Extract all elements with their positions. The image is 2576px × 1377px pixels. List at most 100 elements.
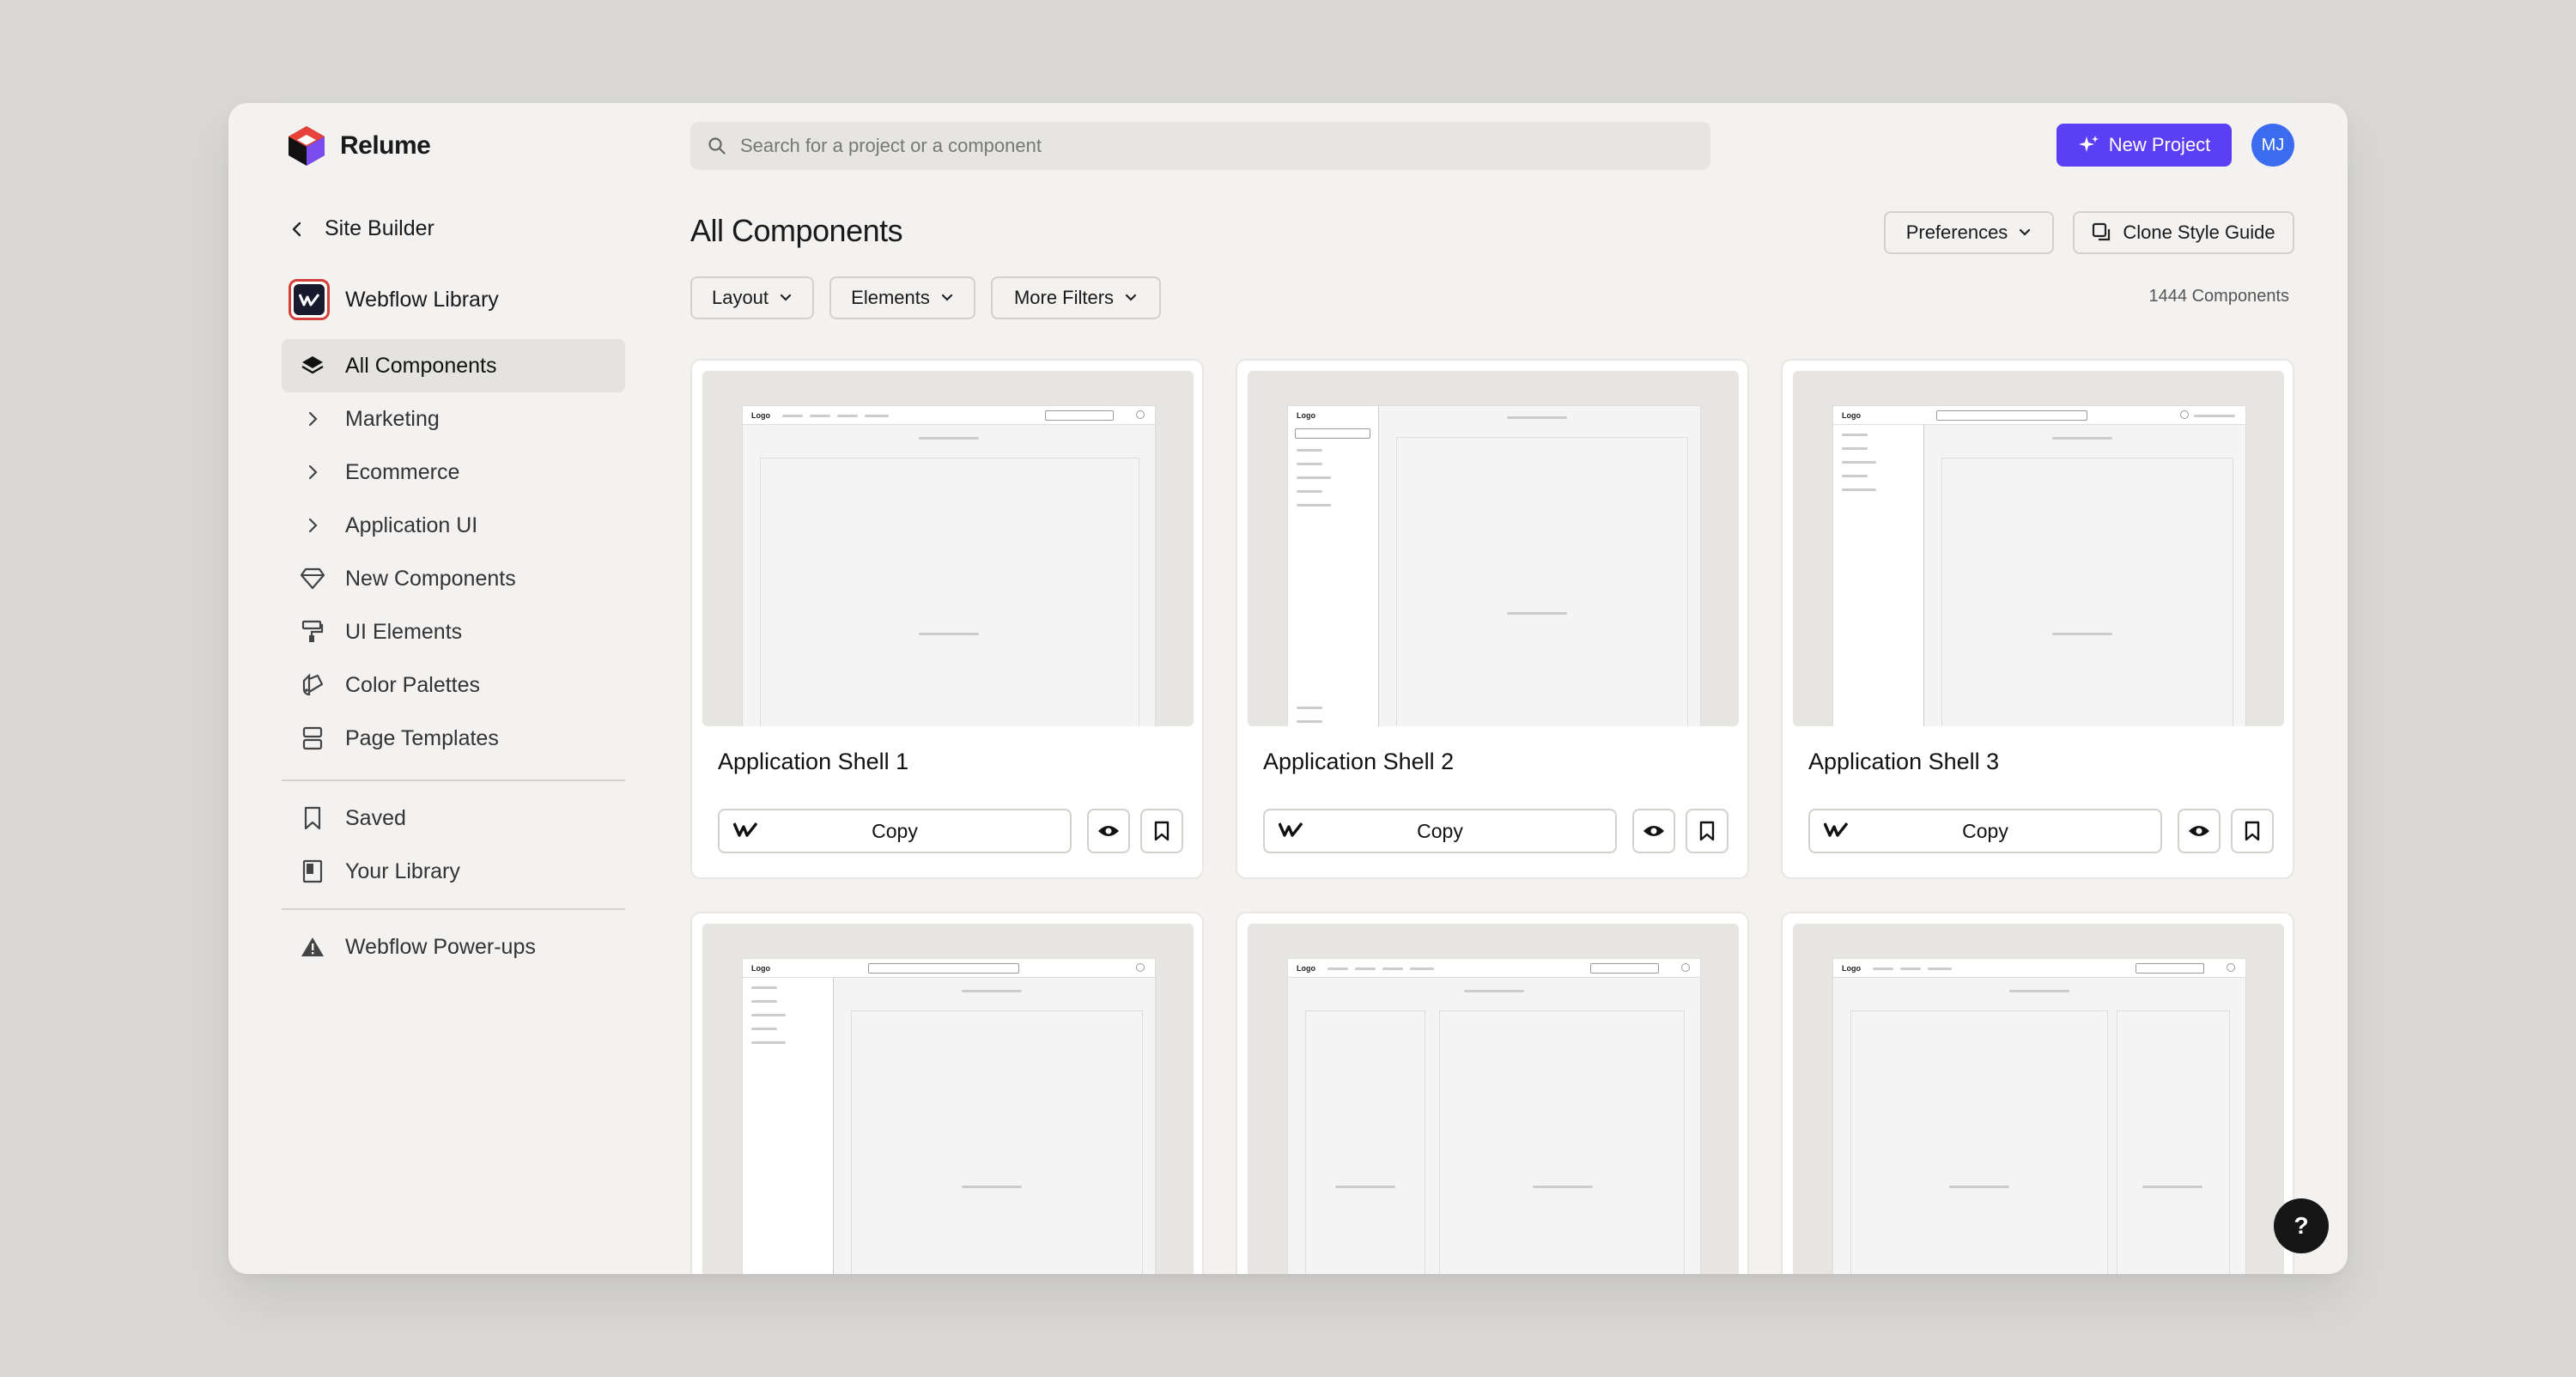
sidebar-item-label: Ecommerce <box>345 459 460 484</box>
copy-button[interactable]: Copy <box>1263 809 1617 853</box>
sidebar-item-webflow-power-ups[interactable]: Webflow Power-ups <box>282 920 625 974</box>
copy-label: Copy <box>1417 819 1463 842</box>
copy-icon <box>2093 222 2111 241</box>
bookmark-icon <box>2245 821 2260 841</box>
component-preview[interactable]: Logo <box>1248 371 1739 726</box>
clone-style-guide-button[interactable]: Clone Style Guide <box>2073 211 2294 254</box>
elements-filter[interactable]: Elements <box>829 276 975 319</box>
relume-cube-icon <box>289 126 325 166</box>
filter-label: Elements <box>851 287 930 308</box>
sidebar-item-all-components[interactable]: All Components <box>282 339 625 392</box>
sidebar-item-marketing[interactable]: Marketing <box>282 392 625 446</box>
template-icon <box>299 726 326 750</box>
component-card[interactable]: Logo Application Shell 3 Copy <box>1781 359 2294 879</box>
sidebar-item-label: Your Library <box>345 858 460 883</box>
page-title: All Components <box>690 213 903 248</box>
component-card[interactable]: Logo <box>1781 912 2294 1274</box>
chevron-down-icon <box>1125 294 1137 301</box>
save-button[interactable] <box>1686 809 1728 853</box>
preview-button[interactable] <box>1087 809 1130 853</box>
eye-icon <box>1643 826 1664 836</box>
component-preview[interactable]: Logo <box>702 371 1194 726</box>
sidebar-item-label: Page Templates <box>345 725 499 750</box>
chevron-right-icon <box>299 410 326 428</box>
triangle-icon <box>299 936 326 958</box>
webflow-library-icon <box>289 279 330 320</box>
webflow-icon <box>733 822 757 837</box>
clone-label: Clone Style Guide <box>2123 221 2275 243</box>
component-preview[interactable]: Logo <box>1793 924 2284 1274</box>
preferences-dropdown[interactable]: Preferences <box>1884 211 2054 254</box>
chevron-right-icon <box>299 464 326 481</box>
component-card[interactable]: Logo <box>690 912 1204 1274</box>
sidebar-item-saved[interactable]: Saved <box>282 792 625 845</box>
sidebar-item-new-components[interactable]: New Components <box>282 552 625 605</box>
back-label: Site Builder <box>325 216 434 240</box>
component-preview[interactable]: Logo <box>1248 924 1739 1274</box>
search-icon <box>708 137 726 155</box>
library-icon <box>299 859 326 883</box>
sidebar-item-label: Color Palettes <box>345 672 481 697</box>
sidebar-divider <box>282 779 625 781</box>
eye-icon <box>2189 826 2209 836</box>
sidebar-item-label: UI Elements <box>345 619 463 644</box>
save-button[interactable] <box>2231 809 2274 853</box>
webflow-icon <box>1279 822 1303 837</box>
search-input[interactable] <box>740 135 1599 157</box>
bookmark-icon <box>1699 821 1715 841</box>
save-button[interactable] <box>1140 809 1183 853</box>
bookmark-icon <box>1154 821 1170 841</box>
sidebar-item-label: Marketing <box>345 406 440 431</box>
sidebar-item-application-ui[interactable]: Application UI <box>282 499 625 552</box>
sidebar-item-label: Application UI <box>345 513 478 537</box>
sidebar-item-label: All Components <box>345 353 497 378</box>
copy-button[interactable]: Copy <box>1808 809 2162 853</box>
help-button[interactable]: ? <box>2274 1198 2329 1253</box>
component-card[interactable]: Logo <box>1236 912 1749 1274</box>
card-title: Application Shell 2 <box>1263 749 1455 774</box>
bookmark-icon <box>299 806 326 830</box>
back-to-site-builder[interactable]: Site Builder <box>290 216 434 241</box>
copy-label: Copy <box>872 819 918 842</box>
sidebar-item-ui-elements[interactable]: UI Elements <box>282 605 625 658</box>
sidebar-secondary-nav: Saved Your Library <box>282 792 625 898</box>
sidebar-nav: All Components Marketing Ecommerce Appli… <box>282 339 625 765</box>
relume-logo[interactable]: Relume <box>287 124 431 168</box>
sidebar-tertiary-nav: Webflow Power-ups <box>282 920 625 974</box>
component-preview[interactable]: Logo <box>702 924 1194 1274</box>
user-avatar[interactable]: MJ <box>2251 124 2294 167</box>
preferences-label: Preferences <box>1905 221 2008 243</box>
sidebar-item-your-library[interactable]: Your Library <box>282 845 625 898</box>
library-selector[interactable]: Webflow Library <box>289 279 499 320</box>
app-window: Relume New Project MJ Site Builder Webfl… <box>228 103 2348 1274</box>
layout-filter[interactable]: Layout <box>690 276 814 319</box>
chevron-down-icon <box>941 294 952 301</box>
card-title: Application Shell 1 <box>718 749 909 774</box>
preview-button[interactable] <box>1632 809 1675 853</box>
eye-icon <box>1098 826 1119 836</box>
copy-label: Copy <box>1962 819 2008 842</box>
chevron-left-icon <box>292 221 301 236</box>
component-card[interactable]: Logo Application Shell 1 Copy <box>690 359 1204 879</box>
sidebar-item-color-palettes[interactable]: Color Palettes <box>282 658 625 712</box>
component-preview[interactable]: Logo <box>1793 371 2284 726</box>
sidebar-item-label: New Components <box>345 566 516 591</box>
new-project-label: New Project <box>2108 134 2211 155</box>
component-count: 1444 Components <box>2148 287 2289 306</box>
sidebar-item-page-templates[interactable]: Page Templates <box>282 712 625 765</box>
search-bar[interactable] <box>690 122 1710 170</box>
sidebar-item-label: Webflow Power-ups <box>345 934 536 959</box>
swatch-icon <box>299 673 326 697</box>
copy-button[interactable]: Copy <box>718 809 1072 853</box>
sidebar-divider <box>282 908 625 910</box>
sparkle-icon <box>2078 136 2099 152</box>
component-card[interactable]: Logo Application Shell 2 Copy <box>1236 359 1749 879</box>
sidebar-item-ecommerce[interactable]: Ecommerce <box>282 446 625 499</box>
more-filters-filter[interactable]: More Filters <box>991 276 1161 319</box>
preview-button[interactable] <box>2178 809 2221 853</box>
new-project-button[interactable]: New Project <box>2057 124 2232 167</box>
chevron-down-icon <box>780 294 792 301</box>
chevron-right-icon <box>299 517 326 534</box>
sidebar-item-label: Saved <box>345 805 406 830</box>
paint-roller-icon <box>299 620 326 644</box>
